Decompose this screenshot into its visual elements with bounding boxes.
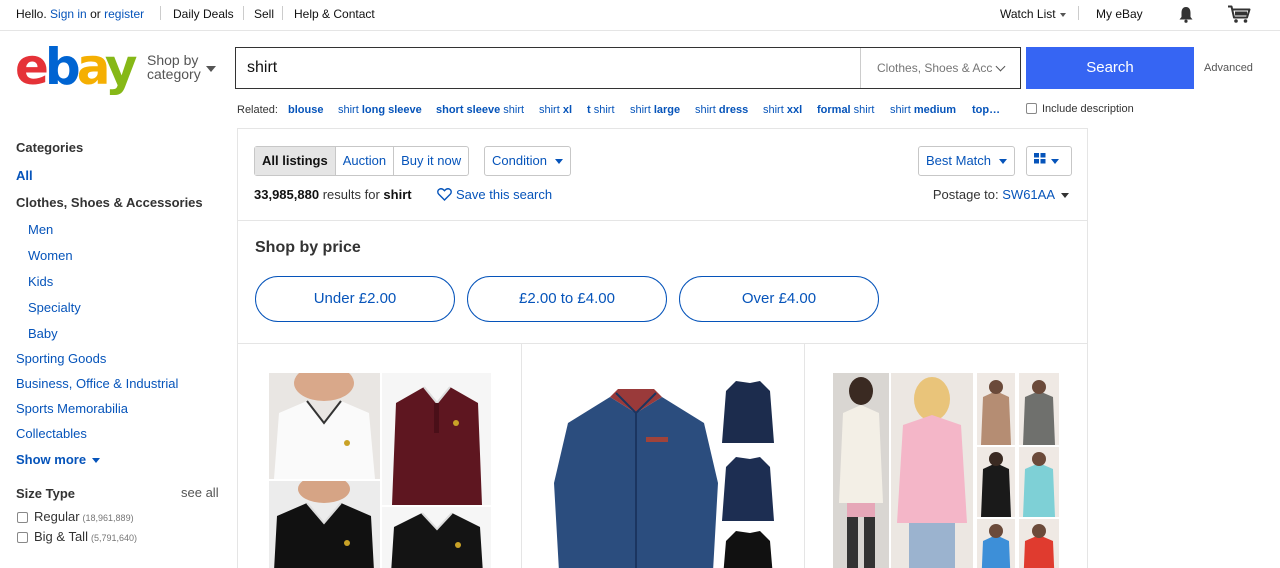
shop-by-category-button[interactable]: Shop by category: [147, 53, 201, 81]
caret-down-icon: [92, 458, 101, 464]
register-link[interactable]: register: [104, 7, 144, 21]
related-link[interactable]: top…: [972, 104, 1000, 116]
result-count: 33,985,880 results for shirt: [254, 187, 412, 202]
sort-dropdown[interactable]: Best Match: [918, 146, 1016, 176]
view-toggle[interactable]: [1026, 146, 1072, 176]
category-select[interactable]: Clothes, Shoes & Acc: [860, 48, 1020, 88]
divider: [282, 6, 283, 20]
condition-dropdown[interactable]: Condition: [484, 146, 571, 176]
related-link[interactable]: t shirt: [587, 104, 615, 116]
bell-icon[interactable]: [1178, 6, 1194, 26]
product-image: [382, 373, 491, 505]
advanced-search-link[interactable]: Advanced: [1204, 62, 1253, 74]
checkbox[interactable]: [1026, 103, 1037, 114]
size-type-regular[interactable]: Regular (18,961,889): [17, 509, 134, 524]
price-2-to-4-button[interactable]: £2.00 to £4.00: [467, 276, 667, 322]
postage-selector[interactable]: Postage to: SW61AA: [933, 187, 1069, 202]
heart-icon: [437, 188, 452, 204]
price-under-2-button[interactable]: Under £2.00: [255, 276, 455, 322]
chevron-down-icon: [1059, 12, 1066, 17]
divider: [238, 220, 1087, 221]
caret-down-icon: [206, 66, 216, 72]
caret-down-icon: [999, 159, 1008, 165]
item-thumbnail[interactable]: [550, 373, 780, 568]
listing-type-tabs: All listings Auction Buy it now: [254, 146, 470, 176]
chevron-down-icon: [995, 61, 1006, 72]
sidebar-item-kids[interactable]: Kids: [28, 274, 53, 289]
sidebar-item-specialty[interactable]: Specialty: [28, 300, 81, 315]
related-link[interactable]: formal shirt: [817, 104, 874, 116]
search-button[interactable]: Search: [1026, 47, 1194, 89]
search-bar: Clothes, Shoes & Acc: [235, 47, 1021, 89]
caret-down-icon: [1061, 193, 1069, 199]
shop-by-price-heading: Shop by price: [255, 239, 361, 256]
show-more-button[interactable]: Show more: [16, 452, 101, 467]
categories-heading: Categories: [16, 140, 84, 155]
tab-auction[interactable]: Auction: [336, 147, 395, 175]
divider: [521, 344, 522, 568]
sidebar-item-business[interactable]: Business, Office & Industrial: [16, 376, 178, 391]
greeting: Hello. Sign in or register: [16, 7, 145, 21]
item-thumbnail[interactable]: [833, 373, 1059, 568]
my-ebay-menu[interactable]: My eBay: [1096, 7, 1143, 21]
sidebar-item-baby[interactable]: Baby: [28, 326, 58, 341]
sidebar-item-men[interactable]: Men: [28, 222, 53, 237]
divider: [1078, 6, 1079, 20]
related-link[interactable]: shirt dress: [695, 104, 748, 116]
tab-buy-it-now[interactable]: Buy it now: [394, 147, 468, 175]
related-link[interactable]: short sleeve shirt: [436, 104, 524, 116]
top-bar: Hello. Sign in or register Daily Deals S…: [0, 0, 1280, 31]
product-image: [269, 481, 380, 568]
price-over-4-button[interactable]: Over £4.00: [679, 276, 879, 322]
sell-link[interactable]: Sell: [254, 7, 274, 21]
size-type-heading: Size Type: [16, 486, 76, 501]
sign-in-link[interactable]: Sign in: [50, 7, 87, 21]
related-link[interactable]: shirt large: [630, 104, 680, 116]
product-image: [269, 373, 380, 479]
search-input[interactable]: [236, 48, 860, 88]
include-description-checkbox[interactable]: Include description: [1026, 103, 1134, 115]
caret-down-icon: [1051, 159, 1059, 165]
related-link[interactable]: shirt medium: [890, 104, 956, 116]
sidebar-item-sporting-goods[interactable]: Sporting Goods: [16, 351, 106, 366]
related-label: Related:: [237, 104, 278, 116]
daily-deals-link[interactable]: Daily Deals: [173, 7, 234, 21]
sidebar-item-sports-memorabilia[interactable]: Sports Memorabilia: [16, 401, 128, 416]
product-image: [382, 507, 491, 568]
divider: [243, 6, 244, 20]
sidebar-item-clothes[interactable]: Clothes, Shoes & Accessories: [16, 195, 203, 210]
divider: [160, 6, 161, 20]
related-link[interactable]: shirt long sleeve: [338, 104, 422, 116]
ebay-logo[interactable]: ebay: [15, 42, 137, 92]
sidebar-item-all[interactable]: All: [16, 168, 33, 183]
caret-down-icon: [554, 159, 563, 165]
related-link[interactable]: shirt xxl: [763, 104, 802, 116]
sidebar-item-women[interactable]: Women: [28, 248, 73, 263]
related-link[interactable]: shirt xl: [539, 104, 572, 116]
cart-icon[interactable]: [1227, 5, 1251, 27]
item-thumbnail[interactable]: [269, 373, 491, 568]
divider: [804, 344, 805, 568]
size-type-big-tall[interactable]: Big & Tall (5,791,640): [17, 529, 137, 544]
checkbox[interactable]: [17, 512, 28, 523]
tab-all-listings[interactable]: All listings: [255, 147, 336, 175]
divider: [238, 343, 1087, 344]
sidebar-item-collectables[interactable]: Collectables: [16, 426, 87, 441]
watch-list-menu[interactable]: Watch List: [1000, 7, 1066, 21]
help-contact-link[interactable]: Help & Contact: [294, 7, 375, 21]
grid-view-icon: [1034, 146, 1046, 174]
checkbox[interactable]: [17, 532, 28, 543]
related-link[interactable]: blouse: [288, 104, 323, 116]
save-search-button[interactable]: Save this search: [437, 187, 552, 204]
results-panel: All listings Auction Buy it now Conditio…: [237, 128, 1088, 568]
see-all-link[interactable]: see all: [181, 485, 219, 500]
